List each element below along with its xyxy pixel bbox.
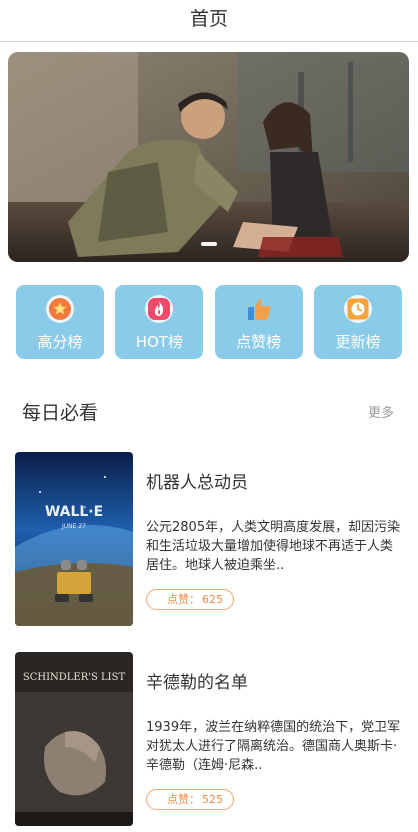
more-link[interactable]: 更多 [368,402,394,421]
movie-card[interactable]: WALL·E JUNE 27 机器人总动员 公元2805年，人类文明高度发展，却… [15,452,405,627]
movie-title[interactable]: 机器人总动员 [146,468,248,493]
flame-icon [145,295,174,323]
section-title: 每日必看 [22,402,99,424]
thumbs-up-icon [245,295,273,323]
movie-poster[interactable]: SCHINDLER'S LIST [15,652,133,826]
quick-nav-label: 点赞榜 [236,333,282,351]
movie-description: 1939年，波兰在纳粹德国的统治下，党卫军对犹太人进行了隔离统治。德国商人奥斯卡… [146,720,401,773]
banner-image [8,52,409,262]
movie-card[interactable]: SCHINDLER'S LIST 辛德勒的名单 1939年，波兰在纳粹德国的统治… [15,652,405,827]
likes-count: 625 [202,593,223,606]
updates-list-button[interactable]: 更新榜 [313,285,402,359]
daily-picks-header: 每日必看 更多 [22,398,394,425]
likes-badge: 点赞： 625 [146,589,234,610]
top-bar: 首页 [0,0,418,42]
quick-nav: 高分榜 HOT榜 点赞榜 更新榜 [16,285,402,359]
quick-nav-label: 高分榜 [37,333,83,351]
movie-title[interactable]: 辛德勒的名单 [146,668,248,693]
quick-nav-label: 更新榜 [335,333,381,351]
movie-poster[interactable]: WALL·E JUNE 27 [15,452,133,626]
poster-subtitle: JUNE 27 [61,523,86,530]
likes-label: 点赞： [167,793,200,806]
quick-nav-label: HOT榜 [135,333,183,351]
movie-description: 公元2805年，人类文明高度发展，却因污染和生活垃圾大量增加使得地球不再适于人类… [146,520,401,573]
likes-badge: 点赞： 525 [146,789,234,810]
top-rated-button[interactable]: 高分榜 [16,285,104,359]
banner-carousel[interactable] [8,52,409,262]
hot-list-button[interactable]: HOT榜 [115,285,204,359]
likes-count: 525 [202,793,223,806]
star-icon [46,295,74,323]
poster-title: WALL·E [45,504,103,520]
carousel-dot-active[interactable] [200,242,217,246]
most-liked-button[interactable]: 点赞榜 [214,285,303,359]
poster-title: SCHINDLER'S LIST [23,672,126,683]
page-title: 首页 [189,8,228,30]
carousel-indicator[interactable] [8,242,409,246]
clock-icon [343,295,372,323]
likes-label: 点赞： [167,593,200,606]
